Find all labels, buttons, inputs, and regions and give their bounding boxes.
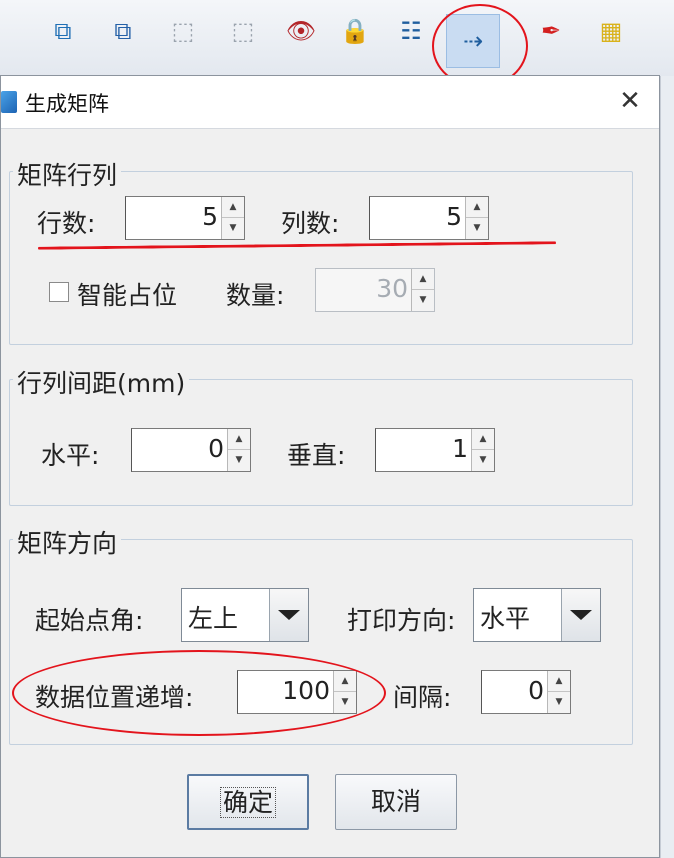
spacing-legend: 行列间距(mm): [13, 364, 190, 400]
app-icon: [1, 91, 17, 113]
rows-spinner[interactable]: 5 ▲ ▼: [125, 196, 245, 240]
quantity-label: 数量:: [226, 281, 285, 310]
matrix-rows-cols-group: [9, 171, 633, 345]
smart-placeholder-label: 智能占位: [77, 281, 178, 310]
lock-icon: 🔒: [340, 17, 370, 45]
horizontal-spinner[interactable]: 0 ▲ ▼: [131, 428, 251, 472]
vertical-label: 垂直:: [287, 441, 346, 470]
cols-up-button[interactable]: ▲: [466, 197, 488, 218]
horizontal-down-button[interactable]: ▼: [228, 450, 250, 471]
generate-matrix-dialog: 生成矩阵 ✕ 矩阵行列 行数: 5 ▲ ▼ 列数: 5 ▲ ▼ 智能占位 数量: 3…: [0, 75, 660, 858]
group-toolbar-button[interactable]: ⧉: [42, 10, 84, 52]
toolbar: ⧉ ⧉ ⬚ ⬚ 👁 🔒 ☷ ⇢ ✒ ▦: [0, 0, 674, 77]
background-panel-edge: [660, 76, 674, 858]
chevron-down-icon: [278, 610, 300, 620]
print-direction-label: 打印方向:: [347, 606, 456, 635]
direction-legend: 矩阵方向: [13, 524, 122, 560]
dialog-titlebar: 生成矩阵 ✕: [1, 76, 659, 129]
dialog-title: 生成矩阵: [25, 92, 109, 116]
pdf-toolbar-button[interactable]: ✒: [530, 10, 572, 52]
rows-down-button[interactable]: ▼: [222, 218, 244, 239]
vertical-value: 1: [452, 434, 468, 463]
matrix-toolbar-button[interactable]: ⇢: [446, 14, 500, 68]
align-frame-2-toolbar-button[interactable]: ⬚: [222, 10, 264, 52]
start-corner-select[interactable]: 左上: [181, 588, 309, 642]
direction-group: [9, 539, 633, 745]
smart-placeholder-checkbox[interactable]: [49, 282, 69, 302]
checklist-icon: ☷: [400, 17, 422, 45]
horizontal-value: 0: [208, 434, 224, 463]
cancel-button[interactable]: 取消: [335, 774, 457, 830]
print-direction-value: 水平: [480, 604, 531, 633]
quantity-up-button: ▲: [412, 269, 434, 290]
interval-up-button[interactable]: ▲: [548, 671, 570, 692]
calculator-icon: ▦: [599, 17, 623, 45]
quantity-value: 30: [376, 274, 408, 303]
start-corner-value: 左上: [188, 604, 239, 633]
eye-icon: 👁: [285, 17, 317, 45]
close-button[interactable]: ✕: [613, 84, 647, 118]
chevron-down-icon: [570, 610, 592, 620]
cols-down-button[interactable]: ▼: [466, 218, 488, 239]
rows-value: 5: [202, 202, 218, 231]
cols-value: 5: [446, 202, 462, 231]
calculator-toolbar-button[interactable]: ▦: [590, 10, 632, 52]
interval-down-button[interactable]: ▼: [548, 692, 570, 713]
rows-label: 行数:: [37, 209, 96, 238]
group-icon: ⧉: [54, 17, 72, 45]
increment-up-button[interactable]: ▲: [334, 671, 356, 692]
rows-up-button[interactable]: ▲: [222, 197, 244, 218]
align-frame-icon: ⬚: [171, 17, 195, 45]
interval-label: 间隔:: [393, 683, 452, 712]
increment-down-button[interactable]: ▼: [334, 692, 356, 713]
eye-toolbar-button[interactable]: 👁: [280, 10, 322, 52]
vertical-spinner[interactable]: 1 ▲ ▼: [375, 428, 495, 472]
print-direction-select[interactable]: 水平: [473, 588, 601, 642]
cols-spinner[interactable]: 5 ▲ ▼: [369, 196, 489, 240]
interval-spinner[interactable]: 0 ▲ ▼: [481, 670, 571, 714]
align-frame-toolbar-button[interactable]: ⬚: [162, 10, 204, 52]
cols-label: 列数:: [281, 209, 340, 238]
ungroup-icon: ⧉: [114, 17, 132, 45]
start-corner-label: 起始点角:: [35, 606, 144, 635]
increment-value: 100: [282, 676, 330, 705]
quantity-down-button: ▼: [419, 295, 427, 305]
increment-label: 数据位置递增:: [35, 683, 194, 712]
vertical-up-button[interactable]: ▲: [472, 429, 494, 450]
print-direction-dropdown-button[interactable]: [561, 589, 600, 641]
interval-value: 0: [528, 676, 544, 705]
horizontal-up-button[interactable]: ▲: [228, 429, 250, 450]
ok-button[interactable]: 确定: [187, 774, 309, 830]
matrix-rows-cols-legend: 矩阵行列: [13, 156, 122, 192]
checklist-toolbar-button[interactable]: ☷: [390, 10, 432, 52]
lock-toolbar-button[interactable]: 🔒: [334, 10, 376, 52]
cancel-button-label: 取消: [370, 787, 421, 816]
align-frame-2-icon: ⬚: [231, 17, 255, 45]
matrix-icon: ⇢: [462, 27, 484, 55]
quantity-spinner: 30 ▲ ▼: [315, 268, 435, 312]
increment-spinner[interactable]: 100 ▲ ▼: [237, 670, 357, 714]
horizontal-label: 水平:: [41, 441, 100, 470]
pdf-icon: ✒: [540, 17, 562, 45]
vertical-down-button[interactable]: ▼: [472, 450, 494, 471]
start-corner-dropdown-button[interactable]: [269, 589, 308, 641]
ungroup-toolbar-button[interactable]: ⧉: [102, 10, 144, 52]
ok-button-label: 确定: [219, 787, 277, 818]
